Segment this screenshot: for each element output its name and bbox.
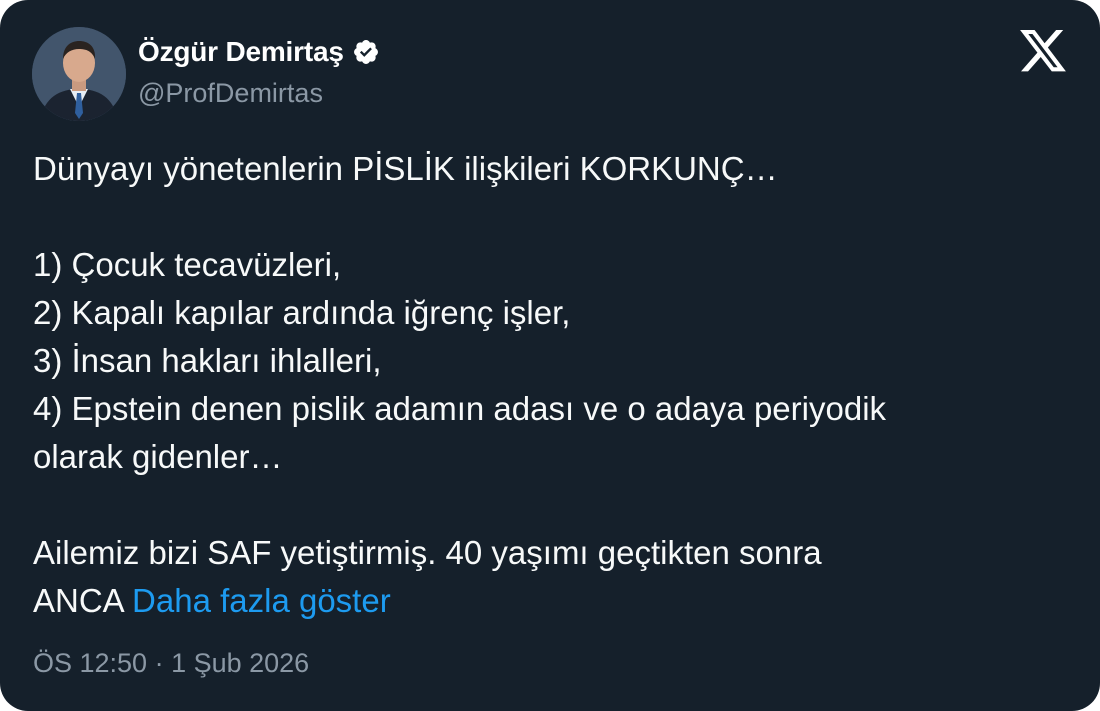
tweet-line: olarak gidenler… (33, 438, 283, 475)
tweet-line: 4) Epstein denen pislik adamın adası ve … (33, 390, 887, 427)
tweet-line: 3) İnsan hakları ihlalleri, (33, 342, 382, 379)
author-display-name[interactable]: Özgür Demirtaş (138, 36, 344, 68)
verified-badge-icon (352, 38, 380, 66)
tweet-text: Dünyayı yönetenlerin PİSLİK ilişkileri K… (33, 145, 1073, 625)
tweet-timestamp[interactable]: ÖS 12:50 · 1 Şub 2026 (33, 648, 309, 679)
tweet-last-line: ANCA Daha fazla göster (33, 577, 1073, 625)
tweet-line: Dünyayı yönetenlerin PİSLİK ilişkileri K… (33, 150, 778, 187)
author-name-row: Özgür Demirtaş (138, 32, 380, 72)
avatar-image (32, 27, 126, 121)
tweet-line: 2) Kapalı kapılar ardında iğrenç işler, (33, 294, 571, 331)
author-handle[interactable]: @ProfDemirtas (138, 78, 323, 109)
x-logo-icon[interactable] (1020, 30, 1066, 72)
tweet-line: Ailemiz bizi SAF yetiştirmiş. 40 yaşımı … (33, 534, 822, 571)
avatar[interactable] (32, 27, 126, 121)
tweet-card: Özgür Demirtaş @ProfDemirtas Dünyayı yön… (0, 0, 1100, 711)
tweet-line: 1) Çocuk tecavüzleri, (33, 246, 342, 283)
tweet-line-fragment: ANCA (33, 582, 123, 619)
show-more-link[interactable]: Daha fazla göster (132, 582, 391, 619)
